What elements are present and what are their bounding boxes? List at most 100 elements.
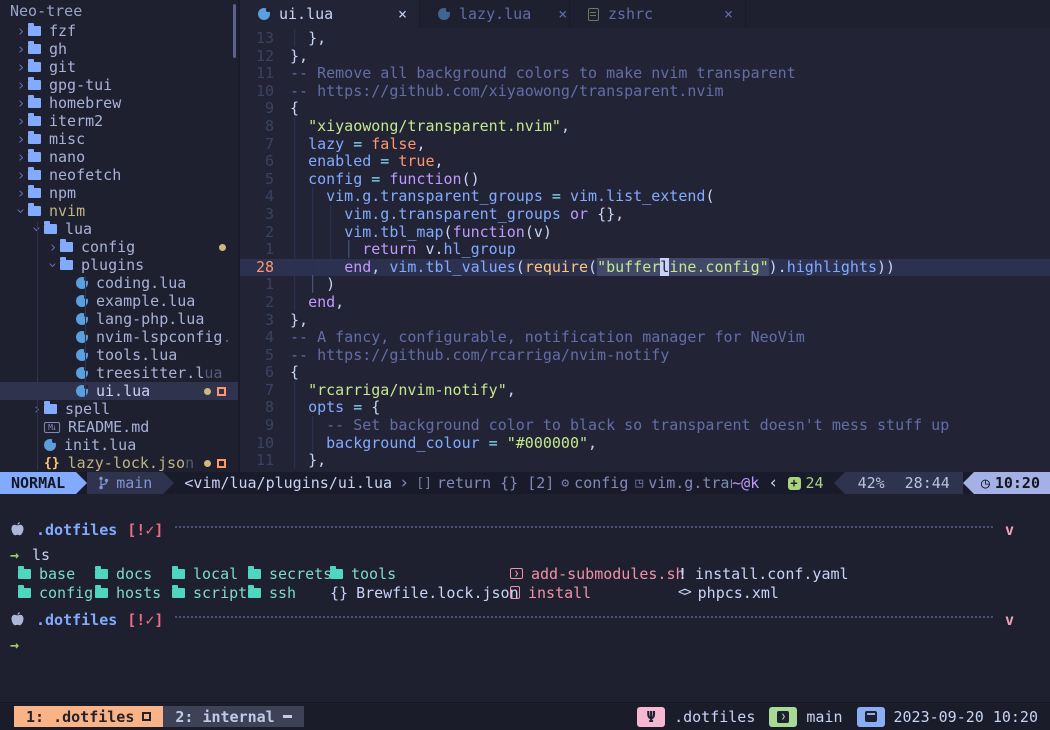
xml-file-icon: <> [678,585,690,600]
folder-icon [44,404,57,414]
tree-item-label: lang-php.lua [96,310,204,328]
prompt-arrow-icon: → [10,546,19,564]
tree-item-README.md[interactable]: M↓README.md [0,418,238,436]
code-line: 1│ │ │ │ return v.hl_group [240,241,1050,259]
code-line-text[interactable]: │ │ │ end, vim.tbl_values(require("buffe… [290,259,895,277]
code-line-text[interactable]: │ enabled = true, [290,153,444,171]
ls-entry: base [18,564,75,583]
tree-item-homebrew[interactable]: ›homebrew [0,94,238,112]
code-line-text[interactable]: │ "rcarriga/nvim-notify", [290,382,516,400]
tree-item-misc[interactable]: ›misc [0,130,238,148]
breadcrumb-item: ⚙config [561,474,628,492]
folder-open-icon [60,260,73,270]
folder-icon [28,98,41,108]
tab-ui-lua[interactable]: ui.lua × [240,0,420,28]
tree-item-lang-php.lua[interactable]: lang-php.lua [0,310,238,328]
chevron-right-icon: › [14,96,28,110]
code-line-text[interactable]: }, [290,312,308,330]
code-line-text[interactable]: │ }, [290,452,326,470]
code-line-text[interactable]: -- A fancy, configurable, notification m… [290,329,805,347]
tree-item-lazy-lock.json[interactable]: {}lazy-lock.json [0,454,238,472]
code-line-text[interactable]: { [290,364,299,382]
tree-item-config[interactable]: ›config [0,238,238,256]
tmux-window-1[interactable]: 1: .dotfiles [14,706,163,727]
code-line-text[interactable]: │ │ ) [290,276,335,294]
tree-item-spell[interactable]: ›spell [0,400,238,418]
tree-item-label: nvim-lspconfig. [96,328,231,346]
tree-item-example.lua[interactable]: example.lua [0,292,238,310]
tree-item-nano[interactable]: ›nano [0,148,238,166]
code-line-text[interactable]: │ │ │ vim.tbl_map(function(v) [290,224,552,242]
close-icon[interactable]: × [706,5,733,23]
ls-entry-label: base [39,565,75,583]
code-line-text[interactable]: │ config = function() [290,171,480,189]
chevron-right-icon: › [14,114,28,128]
close-icon[interactable]: × [380,5,407,23]
tree-item-ui.lua[interactable]: ui.lua [0,382,238,400]
tree-item-gh[interactable]: ›gh [0,40,238,58]
code-line-text[interactable]: │ end, [290,294,344,312]
tree-item-label: lua [65,220,92,238]
tree-item-lua[interactable]: ›lua [0,220,238,238]
code-line-text[interactable]: │ │ -- Set background color to black so … [290,417,949,435]
code-line: 11 │ }, [240,452,1050,470]
truncated-text: n [185,454,194,472]
neotree-items: ›fzf›gh › git›gpg-tui›homebrew›iterm2›misc… [0,22,238,472]
breadcrumb-item: ◳vim.g.transparent_groups [635,474,732,492]
code-line-text[interactable]: -- https://github.com/rcarriga/nvim-noti… [290,347,669,365]
line-number: 28 [240,259,274,277]
tree-item-nvim[interactable]: ›nvim [0,202,238,220]
tree-item-label: neofetch [49,166,121,184]
tree-item-nvim-lspconfig.[interactable]: nvim-lspconfig. [0,328,238,346]
cursor-line[interactable]: → [10,635,1014,654]
keymap-indicator: ~@k [732,474,759,492]
tmux-window-label: 2: internal [175,708,274,726]
line-number: 2 [240,294,274,312]
tree-item-npm[interactable]: ›npm [0,184,238,202]
prompt-fill-dots [175,526,993,528]
tab-lazy-lua[interactable]: lazy.lua × [420,0,570,28]
tree-item-label: spell [65,400,110,418]
tree-item-neofetch[interactable]: ›neofetch [0,166,238,184]
tree-item-treesitter.lua[interactable]: treesitter.lua [0,364,238,382]
code-line-text[interactable]: { [290,100,299,118]
close-icon[interactable]: × [540,5,567,23]
ls-entry-label: Brewfile.lock.json [356,584,519,602]
ls-entry-label: local [193,565,238,583]
tree-item-init.lua[interactable]: init.lua [0,436,238,454]
code-line-text[interactable]: │ opts = { [290,399,380,417]
dash-icon [283,715,292,718]
code-line-text[interactable]: │ │ │ │ return v.hl_group [290,241,516,259]
tree-item-label: git [49,58,76,76]
ls-entry: tools [330,564,396,583]
tab-zshrc[interactable]: zshrc × [570,0,746,28]
lua-file-icon [44,439,56,451]
tree-item-coding.lua[interactable]: coding.lua [0,274,238,292]
tmux-window-2[interactable]: 2: internal [163,706,303,727]
breadcrumb-label: config [574,474,628,492]
prompt-arrow-icon: → [10,636,19,654]
code-line-text[interactable]: │ "xiyaowong/transparent.nvim", [290,118,570,136]
code-line-text[interactable]: -- Remove all background colors to make … [290,65,796,83]
chevron-right-icon: › [14,60,28,74]
code-line-text[interactable]: │ │ vim.g.transparent_groups = vim.list_… [290,188,714,206]
neotree-scrollbar[interactable] [233,4,236,58]
folder-icon [95,569,108,579]
code-line-text[interactable]: -- https://github.com/xiyaowong/transpar… [290,83,723,101]
tree-item-plugins[interactable]: ›plugins [0,256,238,274]
code-line: 4│ │ vim.g.transparent_groups = vim.list… [240,188,1050,206]
code-line-text[interactable]: │ │ │ vim.g.transparent_groups or {}, [290,206,624,224]
diff-added-icon: + [788,477,801,490]
line-number: 2 [240,224,274,242]
code-line-text[interactable]: │ lazy = false, [290,136,425,154]
code-line-text[interactable]: }, [290,48,308,66]
code-line-text[interactable]: │ }, [290,30,326,48]
tree-item-fzf[interactable]: ›fzf [0,22,238,40]
tree-item-gpg-tui[interactable]: ›gpg-tui [0,76,238,94]
tree-item-tools.lua[interactable]: tools.lua [0,346,238,364]
code-line-text[interactable]: │ │ background_colour = "#000000", [290,435,597,453]
line-number: 11 [240,452,274,470]
tree-item-iterm2[interactable]: ›iterm2 [0,112,238,130]
tree-item-git[interactable]: › git [0,58,238,76]
git-status-indicator: [!✓] [127,521,163,539]
